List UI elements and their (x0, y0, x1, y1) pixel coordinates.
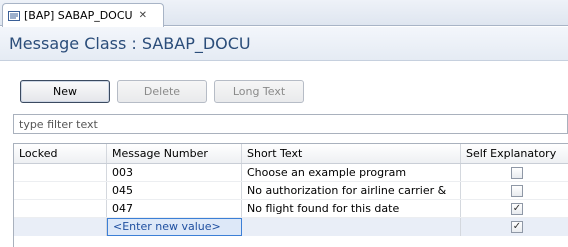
filter-input[interactable] (13, 114, 568, 134)
table-row[interactable]: 003 Choose an example program (14, 164, 568, 182)
short-text-cell[interactable]: Choose an example program (242, 164, 461, 181)
tab-label: [BAP] SABAP_DOCU (24, 9, 133, 22)
table-header: Locked Message Number Short Text Self Ex… (14, 144, 568, 164)
self-explanatory-checkbox[interactable] (511, 185, 523, 197)
column-header-self-explanatory[interactable]: Self Explanatory (461, 144, 568, 163)
short-text-cell[interactable]: No flight found for this date (242, 200, 461, 217)
self-explanatory-cell (461, 182, 568, 199)
message-number-cell[interactable]: 045 (107, 182, 242, 199)
short-text-cell[interactable]: No authorization for airline carrier & (242, 182, 461, 199)
short-text-cell[interactable] (242, 218, 461, 236)
self-explanatory-cell (461, 164, 568, 181)
self-explanatory-cell: ✓ (461, 218, 568, 236)
message-number-cell[interactable]: 047 (107, 200, 242, 217)
table-row[interactable]: 045 No authorization for airline carrier… (14, 182, 568, 200)
column-header-locked[interactable]: Locked (14, 144, 107, 163)
locked-cell (14, 218, 107, 236)
new-entry-row[interactable]: <Enter new value> ✓ (14, 218, 568, 236)
delete-button[interactable]: Delete (117, 80, 207, 103)
column-header-message-number[interactable]: Message Number (107, 144, 242, 163)
message-number-cell[interactable]: 003 (107, 164, 242, 181)
locked-cell (14, 164, 107, 181)
self-explanatory-checkbox[interactable]: ✓ (511, 221, 523, 233)
message-class-icon (8, 10, 20, 22)
locked-cell (14, 200, 107, 217)
self-explanatory-cell: ✓ (461, 200, 568, 217)
long-text-button[interactable]: Long Text (214, 80, 304, 103)
editor-header: Message Class : SABAP_DOCU (0, 27, 568, 61)
page-title: Message Class : SABAP_DOCU (9, 34, 251, 53)
new-value-input[interactable]: <Enter new value> (107, 218, 242, 236)
editor-tab[interactable]: [BAP] SABAP_DOCU ✕ (2, 3, 164, 27)
editor-tab-strip: [BAP] SABAP_DOCU ✕ (0, 0, 568, 27)
messages-table: Locked Message Number Short Text Self Ex… (13, 143, 568, 247)
new-button[interactable]: New (20, 80, 110, 103)
column-header-short-text[interactable]: Short Text (242, 144, 461, 163)
locked-cell (14, 182, 107, 199)
self-explanatory-checkbox[interactable]: ✓ (511, 203, 523, 215)
self-explanatory-checkbox[interactable] (511, 167, 523, 179)
close-icon[interactable]: ✕ (139, 10, 147, 21)
table-row[interactable]: 047 No flight found for this date ✓ (14, 200, 568, 218)
